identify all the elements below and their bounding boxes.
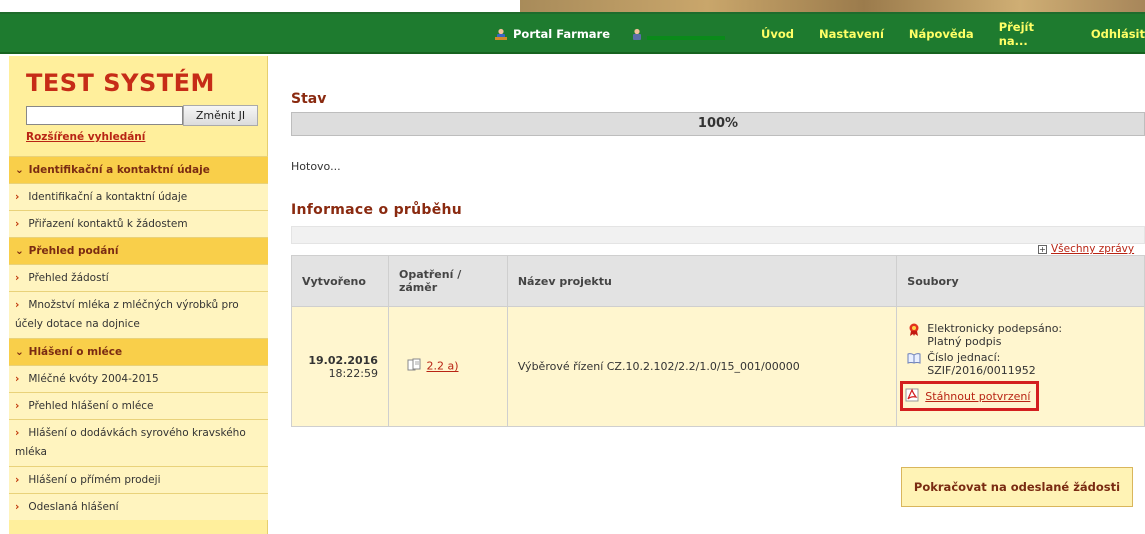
sidebar-item-prehled-zadosti[interactable]: › Přehled žádostí <box>9 264 268 291</box>
created-cell: 19.02.2016 18:22:59 <box>291 306 389 427</box>
sidebar-item-hlaseni-o-dodavkach[interactable]: › Hlášení o dodávkách syrového kravského… <box>9 419 268 466</box>
sidebar-section-hlaseni-o-mlece[interactable]: ⌄ Hlášení o mléce <box>9 338 268 365</box>
all-messages-link[interactable]: + Všechny zprávy <box>1038 243 1134 255</box>
progress-bar: 100% <box>291 112 1145 136</box>
portal-farmare-link[interactable]: Portal Farmare <box>494 14 610 54</box>
chevron-right-icon: › <box>15 191 20 203</box>
created-date: 19.02.2016 <box>308 353 378 367</box>
measure-cell: 2.2 a) <box>387 306 508 427</box>
column-header-measure: Opatření / záměr <box>387 255 508 307</box>
sidebar-section-prehled-podani[interactable]: ⌄ Přehled podání <box>9 237 268 264</box>
top-banner <box>0 0 1145 14</box>
messages-strip <box>291 226 1145 244</box>
download-highlight: Stáhnout potvrzení <box>900 381 1040 411</box>
signed-label: Elektronicky podepsáno: <box>927 322 1063 335</box>
status-text: Hotovo... <box>291 160 341 173</box>
farmer-icon <box>494 28 508 40</box>
expand-icon: + <box>1038 245 1047 254</box>
nav-napoveda[interactable]: Nápověda <box>909 27 974 41</box>
reference-label: Číslo jednací: <box>927 351 1001 364</box>
reference-number-info: Číslo jednací: SZIF/2016/0011952 <box>907 351 1134 377</box>
chevron-down-icon: ⌄ <box>15 346 24 358</box>
chevron-right-icon: › <box>15 400 20 412</box>
change-ji-button[interactable]: Změnit JI <box>183 105 258 126</box>
book-icon <box>907 352 921 367</box>
column-header-files: Soubory <box>896 255 1145 307</box>
column-header-created: Vytvořeno <box>291 255 389 307</box>
chevron-right-icon: › <box>15 501 20 513</box>
document-icon <box>407 358 423 375</box>
table-header-row: Vytvořeno Opatření / záměr Název projekt… <box>291 255 1145 307</box>
sidebar-item-hlaseni-primy-prodej[interactable]: › Hlášení o přímém prodeji <box>9 466 268 493</box>
chevron-right-icon: › <box>15 299 20 311</box>
column-header-project: Název projektu <box>506 255 898 307</box>
nav-menu: Úvod Nastavení Nápověda Přejít na... Odh… <box>761 14 1145 54</box>
signature-info: Elektronicky podepsáno: Platný podpis <box>907 322 1134 348</box>
chevron-right-icon: › <box>15 272 20 284</box>
chevron-right-icon: › <box>15 218 20 230</box>
reference-value: SZIF/2016/0011952 <box>927 364 1036 377</box>
top-navigation-bar: Portal Farmare Úvod Nastavení Nápověda P… <box>0 14 1145 54</box>
nav-prejit-na[interactable]: Přejít na... <box>999 20 1066 48</box>
search-input[interactable] <box>26 106 183 125</box>
files-cell: Elektronicky podepsáno: Platný podpis Čí… <box>896 306 1145 427</box>
progress-text: 100% <box>697 116 739 131</box>
progress-info-heading: Informace o průběhu <box>291 202 463 218</box>
created-time: 18:22:59 <box>328 366 378 380</box>
project-cell: Výběrové řízení CZ.10.2.102/2.2/1.0/15_0… <box>506 306 898 427</box>
pdf-icon <box>905 388 919 405</box>
chevron-down-icon: ⌄ <box>15 164 24 176</box>
sidebar-section-identifikacni[interactable]: ⌄ Identifikační a kontaktní údaje <box>9 156 268 183</box>
chevron-right-icon: › <box>15 474 20 486</box>
chevron-right-icon: › <box>15 427 20 439</box>
sidebar: TEST SYSTÉM Změnit JI Rozšířené vyhledán… <box>9 56 268 534</box>
user-name-redacted <box>647 36 725 40</box>
advanced-search-link[interactable]: Rozšířené vyhledání <box>26 131 145 143</box>
nav-nastaveni[interactable]: Nastavení <box>819 27 884 41</box>
submission-table: Vytvořeno Opatření / záměr Název projekt… <box>291 255 1145 427</box>
sidebar-menu: ⌄ Identifikační a kontaktní údaje › Iden… <box>9 156 268 520</box>
chevron-down-icon: ⌄ <box>15 245 24 257</box>
sidebar-item-mlecne-kvoty[interactable]: › Mléčné kvóty 2004-2015 <box>9 365 268 392</box>
system-logo: TEST SYSTÉM <box>26 69 215 97</box>
sidebar-item-identifikacni[interactable]: › Identifikační a kontaktní údaje <box>9 183 268 210</box>
sidebar-item-prirazeni-kontaktu[interactable]: › Přiřazení kontaktů k žádostem <box>9 210 268 237</box>
table-row: 19.02.2016 18:22:59 2.2 a) Výběrové říze… <box>291 306 1145 427</box>
status-heading: Stav <box>291 91 327 107</box>
sidebar-item-prehled-hlaseni[interactable]: › Přehled hlášení o mléce <box>9 392 268 419</box>
continue-to-submitted-button[interactable]: Pokračovat na odeslané žádosti <box>901 467 1133 507</box>
measure-link[interactable]: 2.2 a) <box>426 360 458 373</box>
download-confirmation-link[interactable]: Stáhnout potvrzení <box>925 390 1030 403</box>
sidebar-item-mnozstvi-mleka[interactable]: › Množství mléka z mléčných výrobků pro … <box>9 291 268 338</box>
sidebar-item-odeslana-hlaseni[interactable]: › Odeslaná hlášení <box>9 493 268 520</box>
certificate-icon <box>907 323 921 340</box>
chevron-right-icon: › <box>15 373 20 385</box>
user-icon <box>630 28 644 40</box>
signed-value: Platný podpis <box>927 335 1002 348</box>
nav-uvod[interactable]: Úvod <box>761 27 794 41</box>
nav-odhlasit[interactable]: Odhlásit <box>1091 27 1145 41</box>
